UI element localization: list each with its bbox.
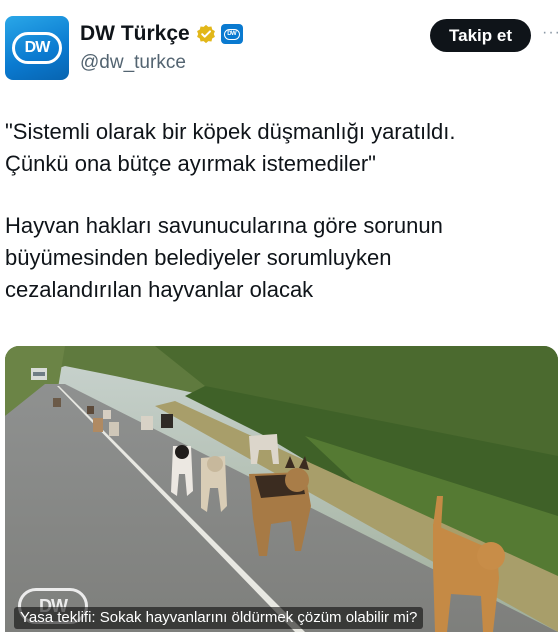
follow-button[interactable]: Takip et <box>430 19 531 52</box>
tweet-text: "Sistemli olarak bir köpek düşmanlığı ya… <box>5 116 545 306</box>
dogs-on-road-photo <box>5 346 558 632</box>
tweet-media-image[interactable] <box>5 346 558 632</box>
tweet-text-line: cezalandırılan hayvanlar olacak <box>5 277 314 302</box>
tweet-header: DW DW Türkçe DW @dw_turkce Takip et ··· <box>0 0 558 90</box>
affiliate-badge-text: DW <box>223 28 240 40</box>
more-options-icon[interactable]: ··· <box>542 24 558 42</box>
affiliate-badge-icon: DW <box>220 24 243 44</box>
tweet-text-line: Çünkü ona bütçe ayırmak istemediler" <box>5 151 376 176</box>
media-caption: Yasa teklifi: Sokak hayvanlarını öldürme… <box>14 607 424 629</box>
tweet-text-line: "Sistemli olarak bir köpek düşmanlığı ya… <box>5 119 456 144</box>
account-handle[interactable]: @dw_turkce <box>80 52 186 74</box>
dw-logo-icon: DW <box>12 32 62 64</box>
name-row: DW Türkçe DW <box>80 20 243 48</box>
account-avatar[interactable]: DW <box>5 16 69 80</box>
display-name[interactable]: DW Türkçe <box>80 22 190 46</box>
tweet-text-line: büyümesinden belediyeler sorumluyken <box>5 245 392 270</box>
tweet-text-line: Hayvan hakları savunucularına göre sorun… <box>5 213 443 238</box>
verified-badge-icon <box>196 24 215 44</box>
